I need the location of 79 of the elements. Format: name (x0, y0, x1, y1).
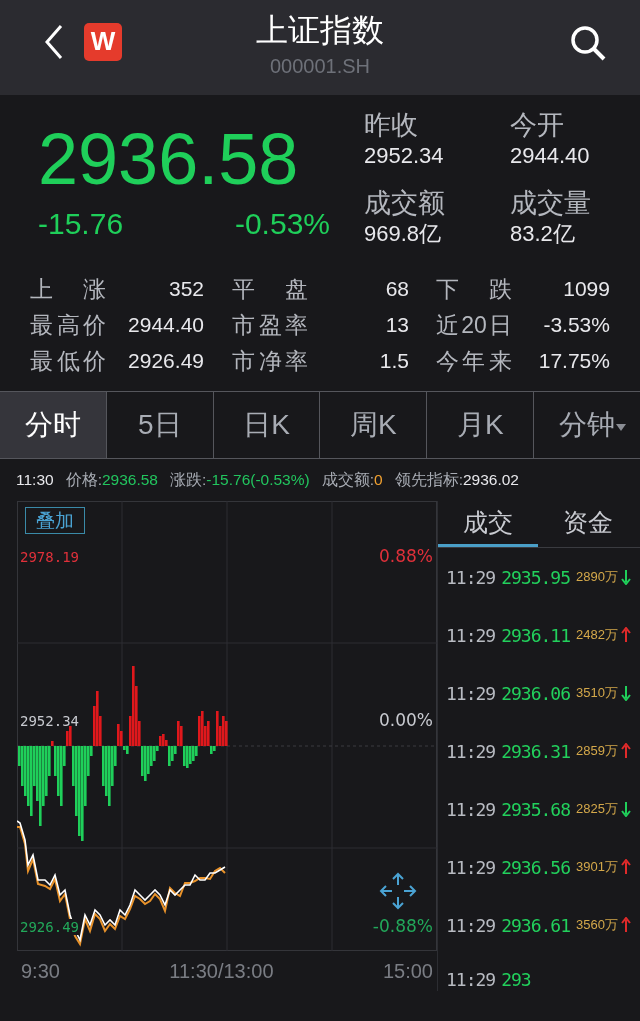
overlay-button[interactable]: 叠加 (25, 507, 85, 534)
stat-value: 17.75% (538, 349, 610, 373)
trade-time: 11:29 (446, 969, 496, 990)
stat-value: 2926.49 (128, 349, 204, 373)
trade-price: 2936.11 (501, 624, 571, 646)
panel-tab[interactable]: 资金 (538, 501, 638, 547)
field-value: 83.2亿 (510, 220, 576, 248)
search-icon[interactable] (570, 24, 606, 61)
stat-label: 最高价 (30, 310, 106, 340)
trade-time: 11:29 (446, 798, 496, 820)
stat-label: 市净率 (232, 346, 308, 376)
stat-value: 13 (385, 313, 409, 337)
field-value: 969.8亿 (364, 220, 443, 248)
trade-volume: 2890万 (576, 568, 618, 586)
stat-label: 上涨 (30, 274, 106, 304)
axis-label: 0.00% (379, 710, 433, 730)
field-label: 昨收 (364, 109, 419, 141)
trade-volume: 2825万 (576, 800, 618, 818)
trade-price: 2936.61 (501, 914, 571, 936)
trade-price: 2936.31 (501, 740, 571, 762)
field-label: 成交额 (364, 187, 446, 219)
trade-time: 11:29 (446, 624, 496, 646)
info-value: -15.76(-0.53%) (206, 470, 310, 488)
info-label: 价格: (65, 470, 102, 488)
stat-label: 市盈率 (232, 310, 308, 340)
info-label: 成交额: (321, 470, 374, 488)
time-label: 15:00 (382, 959, 433, 983)
index-price: 2936.58 (38, 118, 300, 201)
trade-volume: 2482万 (576, 626, 618, 644)
stat-label: 最低价 (30, 346, 106, 376)
stat-value: 2944.40 (128, 313, 204, 337)
axis-label: -0.88% (372, 916, 433, 936)
axis-label: 2978.19 (20, 549, 79, 565)
stat-label: 近20日 (436, 310, 512, 340)
info-value: 0 (374, 470, 383, 488)
time-label: 11:30/13:00 (169, 959, 274, 983)
move-icon[interactable] (378, 871, 418, 911)
panel-tab[interactable]: 成交 (438, 501, 538, 547)
back-icon[interactable] (44, 23, 64, 60)
stat-value: 1099 (563, 277, 610, 301)
info-label: 涨跌: (170, 470, 207, 488)
stat-label: 今年来 (436, 346, 512, 376)
stat-label: 平盘 (232, 274, 308, 304)
trade-time: 11:29 (446, 682, 496, 704)
trade-price: 2936.06 (501, 682, 571, 704)
price-change: -15.76 (38, 207, 124, 241)
stock-code: 000001.SH (269, 54, 371, 79)
axis-label: 0.88% (379, 546, 433, 566)
trade-price: 2936.56 (501, 856, 571, 878)
stat-label: 下跌 (436, 274, 512, 304)
axis-label: 2952.34 (20, 713, 79, 729)
field-label: 成交量 (510, 187, 592, 219)
info-value: 2936.02 (462, 470, 519, 488)
trade-time: 11:29 (446, 914, 496, 936)
trade-price: 2935.68 (501, 798, 571, 820)
trade-time: 11:29 (446, 856, 496, 878)
field-value: 2944.40 (510, 142, 591, 170)
page-title: 上证指数 (256, 11, 384, 50)
info-time: 11:30 (16, 471, 54, 489)
field-label: 今开 (510, 109, 565, 141)
trade-price: 2935.95 (501, 566, 571, 588)
chart-tab[interactable]: 分时 (0, 392, 107, 458)
trade-price: 293 (501, 969, 531, 990)
trade-volume: 3901万 (576, 858, 618, 876)
stat-value: 68 (385, 277, 409, 301)
stat-value: -3.53% (543, 313, 610, 337)
stat-value: 352 (168, 277, 204, 301)
axis-label: 2926.49 (20, 919, 79, 935)
trade-time: 11:29 (446, 740, 496, 762)
trade-volume: 3510万 (576, 684, 618, 702)
trade-volume: 2859万 (576, 742, 618, 760)
trade-time: 11:29 (446, 566, 496, 588)
time-label: 9:30 (21, 959, 60, 983)
info-label: 领先指标: (394, 470, 463, 488)
app-logo[interactable]: W (84, 22, 122, 61)
stat-value: 1.5 (379, 349, 409, 373)
field-value: 2952.34 (364, 142, 445, 170)
trade-volume: 3560万 (576, 916, 618, 934)
percent-change: -0.53% (234, 207, 330, 241)
